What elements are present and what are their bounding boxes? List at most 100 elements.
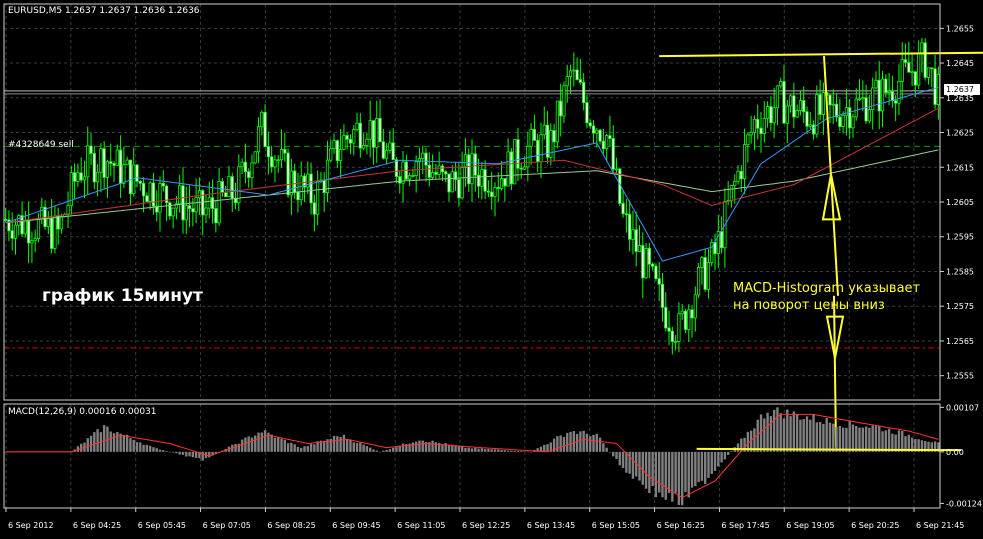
macd-tick-label: -0.00124	[946, 499, 982, 508]
macd-bar	[142, 444, 145, 452]
macd-bar	[710, 451, 713, 474]
candle-body	[348, 138, 353, 144]
candle-body	[210, 197, 215, 209]
macd-bar	[178, 451, 181, 455]
price-plot[interactable]	[4, 37, 983, 448]
candle-body	[516, 139, 520, 169]
macd-bar	[306, 446, 309, 452]
candle-body	[775, 85, 780, 109]
candle-body	[795, 110, 799, 118]
candle-body	[880, 78, 885, 112]
candle-body	[762, 117, 766, 135]
candle-body	[522, 166, 527, 170]
macd-bar	[480, 448, 484, 452]
candle-body	[125, 159, 129, 166]
candle-body	[772, 107, 776, 124]
current-price-tag: 1.2637	[944, 84, 980, 95]
candle-body	[552, 130, 556, 143]
candle-body	[614, 168, 619, 171]
macd-bar	[125, 434, 129, 452]
candle-body	[834, 103, 839, 118]
macd-bar	[516, 451, 520, 452]
candle-body	[102, 148, 106, 178]
candle-body	[700, 257, 704, 268]
candle-body	[243, 161, 247, 172]
macd-bar	[546, 444, 549, 452]
macd-trendline	[696, 447, 962, 452]
macd-bar	[467, 447, 470, 452]
candle-body	[293, 170, 297, 193]
chart-note: график 15минут	[42, 286, 203, 306]
candle-body	[894, 100, 898, 104]
macd-bar	[674, 451, 677, 493]
candle-body	[240, 161, 244, 168]
candle-body	[749, 131, 753, 136]
candle-body	[197, 190, 202, 199]
candle-body	[739, 170, 743, 180]
candle-body	[335, 140, 339, 161]
macd-bar	[208, 451, 211, 458]
candle-body	[844, 107, 849, 116]
candle-body	[480, 169, 484, 187]
candle-body	[483, 169, 487, 192]
time-tick-label: 6 Sep 12:25	[462, 521, 510, 530]
candle-body	[651, 263, 655, 267]
candle-body	[187, 205, 192, 209]
candle-body	[562, 85, 566, 117]
time-tick-label: 6 Sep 04:25	[73, 521, 121, 530]
candle-body	[759, 127, 763, 135]
candle-body	[339, 148, 343, 161]
candle-body	[82, 176, 87, 181]
candle-body	[401, 161, 405, 184]
macd-bar	[247, 436, 250, 452]
resistance-trendline	[659, 51, 983, 58]
candle-body	[388, 142, 392, 151]
macd-plot[interactable]	[4, 407, 962, 506]
macd-bar	[359, 442, 362, 452]
annotation-line-1: MACD-Histogram указывает	[733, 281, 921, 296]
candle-body	[788, 95, 793, 107]
candle-body	[933, 68, 937, 105]
macd-bar	[257, 432, 260, 452]
macd-bar	[779, 413, 782, 452]
candle-body	[670, 330, 674, 342]
annotation-text: MACD-Histogram указывает на поворот цены…	[733, 280, 920, 314]
candle-body	[532, 129, 537, 141]
macd-bar	[602, 443, 605, 452]
macd-bar	[460, 446, 464, 452]
candle-body	[821, 92, 826, 115]
candle-body	[286, 152, 290, 196]
candle-body	[59, 216, 64, 230]
macd-bar	[818, 422, 822, 452]
macd-bar	[523, 451, 526, 452]
candle-body	[322, 179, 326, 194]
price-tick-label: 1.2555	[946, 372, 974, 381]
candle-body	[752, 118, 757, 133]
candle-body	[585, 102, 589, 124]
macd-bar	[631, 451, 635, 479]
candle-body	[23, 220, 27, 235]
candle-body	[568, 70, 573, 77]
candle-body	[342, 135, 346, 150]
macd-bar	[194, 451, 198, 458]
candle-body	[352, 129, 356, 144]
macd-bar	[661, 451, 664, 498]
macd-bar	[263, 430, 267, 452]
price-tick-label: 1.2605	[946, 198, 974, 207]
candle-body	[782, 81, 786, 124]
macd-bar	[763, 418, 766, 452]
candle-body	[861, 97, 865, 100]
chart-canvas[interactable]: 1.2655 1.2645 1.2635 1.2625 1.2615 1.2605 1.25…	[0, 0, 983, 539]
macd-bar	[566, 432, 569, 452]
macd-bar	[93, 432, 96, 452]
candle-body	[473, 153, 477, 176]
macd-bar	[687, 451, 690, 498]
macd-bar	[684, 451, 687, 493]
candle-body	[545, 124, 550, 158]
macd-bar	[677, 451, 681, 506]
macd-bar	[323, 440, 326, 452]
candle-body	[605, 135, 609, 150]
candle-body	[903, 59, 908, 63]
macd-bar	[792, 411, 796, 452]
candle-body	[381, 141, 385, 159]
